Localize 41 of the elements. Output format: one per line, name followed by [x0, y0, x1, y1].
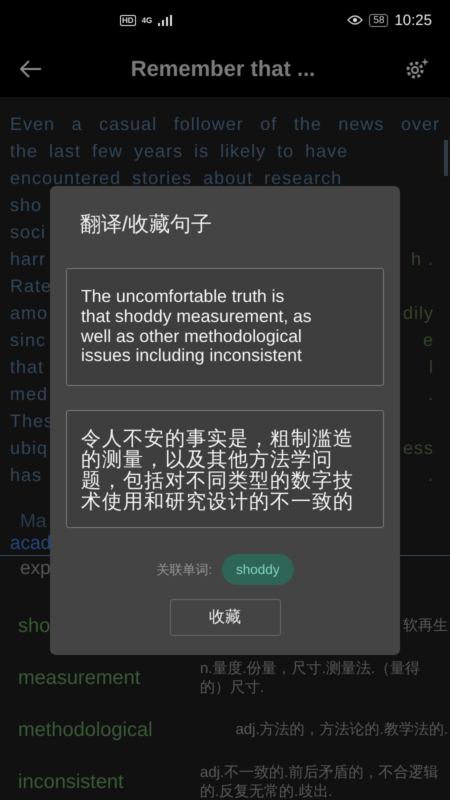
- word-meaning: n.量度.份量，尺寸.测量法.（量得的）尺寸.: [200, 658, 422, 698]
- vocabulary-word: sho: [18, 614, 50, 638]
- word-tag[interactable]: shoddy: [222, 554, 294, 585]
- clock-time: 10:25: [394, 12, 432, 28]
- word-meaning: adj.方法的，方法论的.教学法的.: [235, 720, 448, 740]
- dialog-title: 翻译/收藏句子: [80, 212, 212, 238]
- passage-line: Rate: [10, 276, 52, 297]
- word-meaning: adj.不一致的.前后矛盾的，不合逻辑的.反复无常的.歧出.: [200, 762, 440, 800]
- passage-line: the last few years is likely to have: [10, 141, 348, 162]
- passage-line: has: [10, 465, 42, 486]
- passage-line: ubiq: [10, 438, 48, 459]
- sentence-text: The uncomfortable truth is that shoddy measurement, as well as other methodological issues including inconsistent: [66, 268, 384, 386]
- network-label: 4G: [142, 16, 152, 24]
- vocabulary-word: inconsistent: [18, 770, 124, 794]
- back-arrow-icon[interactable]: [20, 60, 42, 78]
- vocabulary-word: methodological: [18, 718, 153, 742]
- passage-fragment: .: [428, 465, 435, 486]
- section-heading: Ma: [19, 511, 46, 533]
- word-fragment: exp: [19, 558, 51, 580]
- passage-line: that: [10, 357, 44, 378]
- section-subheading: acad: [10, 533, 52, 555]
- signal-icon: [158, 14, 172, 26]
- page-title: Remember that ...: [130, 56, 316, 82]
- passage-fragment: .: [428, 384, 435, 405]
- battery-icon: 58: [369, 14, 388, 26]
- eye-icon: [347, 15, 364, 25]
- passage-line: soci: [10, 222, 46, 243]
- passage-line: encountered stories about research: [10, 168, 342, 189]
- passage-line: sho: [10, 195, 42, 216]
- hd-icon: HD: [120, 14, 136, 26]
- passage-line: med: [10, 384, 48, 405]
- passage-line: amo: [10, 303, 48, 324]
- settings-icon[interactable]: [404, 56, 430, 80]
- translation-text: 令人不安的事实是，粗制滥造的测量，以及其他方法学问题，包括对不同类型的数字技术使用和研究设计的不一致的: [66, 410, 384, 528]
- related-label: 关联单词:: [156, 560, 212, 578]
- word-meaning: 软再生: [403, 616, 448, 636]
- collect-button[interactable]: 收藏: [170, 599, 280, 636]
- passage-line: sinc: [10, 330, 46, 351]
- passage-line: Even a casual follower of the news over: [10, 114, 440, 135]
- vocabulary-word: measurement: [18, 666, 140, 690]
- passage-line: harr: [10, 249, 46, 270]
